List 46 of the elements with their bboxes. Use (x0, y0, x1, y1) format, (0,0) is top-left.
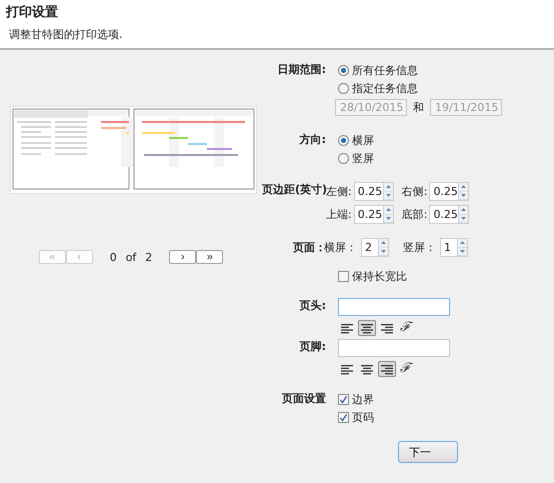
margin-label: 右侧: (402, 184, 428, 199)
spin-up-button[interactable] (459, 183, 468, 192)
font-button[interactable]: ℱ (400, 362, 411, 376)
spin-up-button[interactable] (459, 206, 468, 214)
dialog-title: 打印设置 (6, 4, 59, 21)
input-field[interactable] (338, 298, 450, 316)
align-center-button[interactable] (358, 320, 376, 336)
current-page: 0 (110, 250, 117, 264)
page-of-label: of (126, 250, 136, 264)
number-field[interactable]: 0.25 (354, 182, 394, 201)
orientation-label: 方向: (298, 132, 326, 148)
next-page-button[interactable]: › (169, 250, 196, 264)
margin-label: 上端: (326, 207, 352, 222)
next-button[interactable]: 下一 (398, 441, 458, 463)
checkbox-option[interactable]: 保持长宽比 (338, 268, 407, 284)
spin-up-button[interactable] (379, 239, 388, 248)
total-pages: 2 (145, 250, 152, 264)
spin-up-button[interactable] (384, 206, 393, 214)
page-header-label: 页头: (298, 298, 326, 314)
spin-up-button[interactable] (458, 239, 467, 248)
input-field[interactable] (338, 339, 450, 357)
checkbox-option[interactable]: 边界 (338, 391, 374, 407)
checkbox-option[interactable]: 页码 (338, 409, 374, 425)
number-field[interactable]: 2 (361, 238, 389, 257)
align-right-button[interactable] (378, 361, 396, 377)
margin-label: 底部: (402, 207, 428, 222)
page-footer-label: 页脚: (298, 339, 326, 355)
radio-option[interactable]: 横屏 (338, 132, 374, 148)
number-field[interactable]: 0.25 (429, 182, 470, 201)
dialog-subtitle: 调整甘特图的打印选项. (9, 27, 124, 42)
last-page-button[interactable]: » (196, 250, 224, 264)
spin-up-button[interactable] (384, 183, 393, 192)
page-settings-label: 页面设置 (281, 391, 326, 407)
number-field[interactable]: 0.25 (354, 205, 394, 224)
and-label: 和 (413, 100, 424, 115)
pages-count-label: 横屏： (324, 240, 357, 255)
margin-label: 左侧: (326, 184, 352, 199)
date-range-label: 日期范围: (276, 62, 326, 78)
margins-label: 页边距(英寸) (262, 182, 326, 198)
radio-option[interactable]: 竖屏 (338, 150, 374, 166)
spin-down-button[interactable] (384, 214, 393, 223)
spin-down-button[interactable] (384, 192, 393, 200)
number-field[interactable]: 0.25 (429, 205, 470, 224)
number-field[interactable]: 1 (440, 238, 468, 257)
font-button[interactable]: ℱ (400, 321, 411, 335)
pages-count-label: 竖屏： (403, 240, 436, 255)
